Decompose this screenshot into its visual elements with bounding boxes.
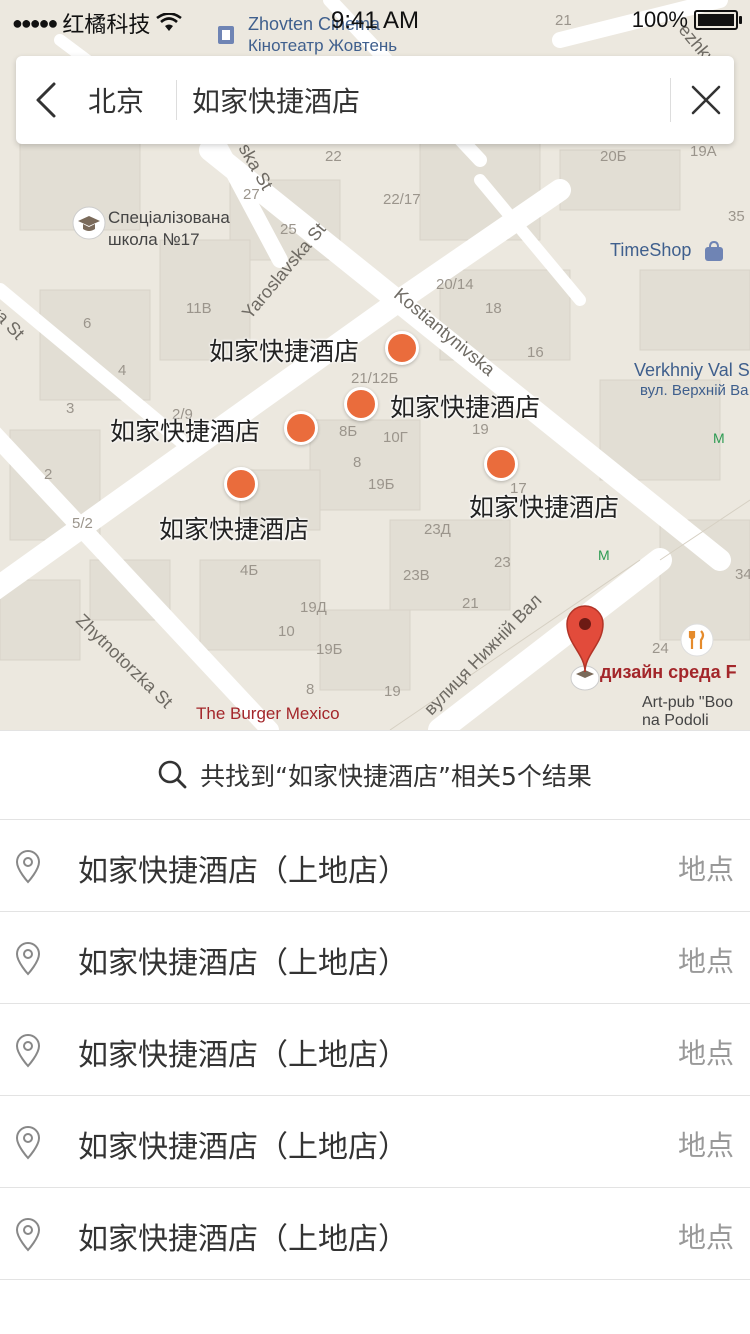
poi-label: TimeShop xyxy=(610,240,692,261)
battery-percent: 100% xyxy=(631,7,688,32)
result-type: 地点 xyxy=(677,1129,734,1162)
location-pin-icon xyxy=(15,1034,41,1068)
house-number: 19 xyxy=(384,683,401,700)
results-list: 如家快捷酒店（上地店） 地点 如家快捷酒店（上地店） 地点 如家快捷酒店（上地店… xyxy=(0,820,750,1280)
house-number: 20/14 xyxy=(436,276,474,293)
house-number: 22 xyxy=(325,148,342,165)
shopping-bag-icon xyxy=(704,240,723,261)
poi-label: Спеціалізована xyxy=(108,208,230,227)
house-number: 23В xyxy=(403,567,430,584)
house-number: 4 xyxy=(118,362,127,379)
close-icon[interactable] xyxy=(684,78,728,122)
poi-label: школа №17 xyxy=(108,230,200,249)
poi-label: дизайн среда F xyxy=(600,662,737,682)
result-name: 如家快捷酒店（上地店） xyxy=(78,854,408,889)
hotel-marker[interactable] xyxy=(385,331,419,365)
house-number: 19Б xyxy=(316,641,343,658)
house-number: 18 xyxy=(485,300,502,317)
list-item[interactable]: 如家快捷酒店（上地店） 地点 xyxy=(0,1096,750,1188)
city-selector[interactable]: 北京 xyxy=(88,80,144,120)
divider xyxy=(670,78,671,122)
result-name: 如家快捷酒店（上地店） xyxy=(78,1038,408,1073)
poi-timeshop[interactable]: TimeShop xyxy=(610,240,726,264)
battery-icon xyxy=(694,10,742,30)
house-number: 10 xyxy=(278,623,295,640)
svg-text:M: M xyxy=(598,547,610,563)
location-pin-icon[interactable] xyxy=(563,604,607,694)
house-number: 8Б xyxy=(339,423,358,440)
list-item[interactable]: 如家快捷酒店（上地店） 地点 xyxy=(0,820,750,912)
results-summary: 共找到“如家快捷酒店”相关5个结果 xyxy=(0,730,750,820)
location-pin-icon xyxy=(15,1218,41,1252)
poi-burger[interactable]: The Burger Mexico xyxy=(196,704,340,724)
house-number: 11В xyxy=(186,300,212,317)
result-type: 地点 xyxy=(677,1221,734,1254)
search-input[interactable]: 如家快捷酒店 xyxy=(192,80,672,120)
location-pin-icon xyxy=(15,942,41,976)
house-number: 34 xyxy=(735,566,750,583)
back-arrow-icon[interactable] xyxy=(26,78,70,122)
house-number: 16 xyxy=(527,344,544,361)
house-number: 2 xyxy=(44,466,53,483)
house-number: 20Б xyxy=(600,148,627,165)
search-icon xyxy=(158,760,187,789)
house-number: 4Б xyxy=(240,562,259,579)
school-icon xyxy=(72,206,106,240)
status-bar: ●●●●● 红橘科技 9:41 AM 100% xyxy=(0,0,750,40)
results-summary-text: 共找到“如家快捷酒店”相关5个结果 xyxy=(200,762,592,791)
result-type: 地点 xyxy=(677,1037,734,1070)
result-type: 地点 xyxy=(677,853,734,886)
result-type: 地点 xyxy=(677,945,734,978)
result-name: 如家快捷酒店（上地店） xyxy=(78,946,408,981)
poi-label: na Podoli xyxy=(642,712,709,729)
house-number: 3 xyxy=(66,400,75,417)
hotel-marker-label: 如家快捷酒店 xyxy=(159,515,310,544)
house-number: 19А xyxy=(690,143,717,160)
list-item[interactable]: 如家快捷酒店（上地店） 地点 xyxy=(0,1004,750,1096)
hotel-marker[interactable] xyxy=(284,411,318,445)
poi-label: The Burger Mexico xyxy=(196,704,340,723)
location-pin-icon xyxy=(15,850,41,884)
poi-label: вул. Верхній Ва xyxy=(640,382,749,399)
house-number: 21/12Б xyxy=(351,370,399,387)
house-number: 5/2 xyxy=(72,515,93,532)
hotel-marker-label: 如家快捷酒店 xyxy=(390,393,541,422)
house-number: 24 xyxy=(652,640,669,657)
house-number: 35 xyxy=(728,208,745,225)
house-number: 21 xyxy=(462,595,479,612)
svg-text:M: M xyxy=(713,430,725,446)
list-item[interactable]: 如家快捷酒店（上地店） 地点 xyxy=(0,1188,750,1280)
hotel-marker[interactable] xyxy=(484,447,518,481)
hotel-marker-label: 如家快捷酒店 xyxy=(469,493,620,522)
search-bar: 北京 如家快捷酒店 xyxy=(16,56,734,144)
house-number: 19Д xyxy=(300,599,327,616)
hotel-marker-label: 如家快捷酒店 xyxy=(209,337,360,366)
house-number: 8 xyxy=(353,454,362,471)
result-name: 如家快捷酒店（上地店） xyxy=(78,1130,408,1165)
hotel-marker[interactable] xyxy=(344,387,378,421)
divider xyxy=(176,80,177,120)
house-number: 23Д xyxy=(424,521,451,538)
house-number: 8 xyxy=(306,681,315,698)
house-number: 23 xyxy=(494,554,511,571)
house-number: 6 xyxy=(83,315,92,332)
location-pin-icon xyxy=(15,1126,41,1160)
restaurant-icon xyxy=(680,623,714,657)
result-name: 如家快捷酒店（上地店） xyxy=(78,1222,408,1257)
poi-label: Art-pub "Boo xyxy=(642,694,734,711)
hotel-marker-label: 如家快捷酒店 xyxy=(110,417,261,446)
house-number: 10Г xyxy=(383,429,408,446)
hotel-marker[interactable] xyxy=(224,467,258,501)
poi-school[interactable]: Спеціалізована школа №17 xyxy=(72,206,230,249)
poi-dizain[interactable]: дизайн среда F xyxy=(600,662,737,683)
list-item[interactable]: 如家快捷酒店（上地店） 地点 xyxy=(0,912,750,1004)
house-number: 22/17 xyxy=(383,191,421,208)
house-number: 19Б xyxy=(368,476,395,493)
house-number: 25 xyxy=(280,221,297,238)
poi-label: Verkhniy Val S xyxy=(634,360,750,380)
battery-group: 100% xyxy=(631,7,742,33)
